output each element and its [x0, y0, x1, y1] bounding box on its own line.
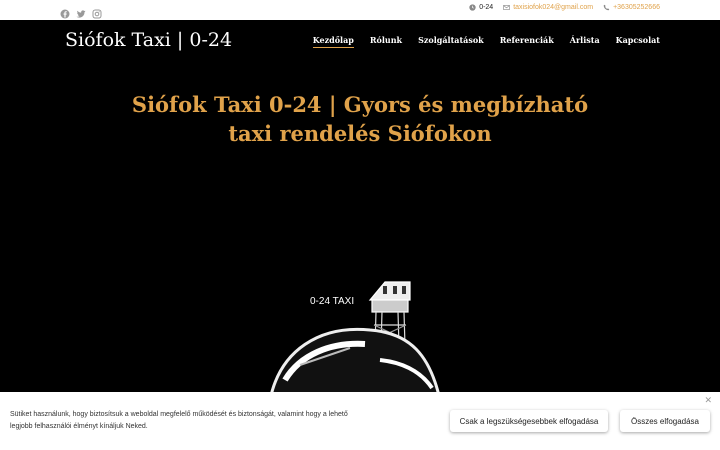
hero-title-line2: taxi rendelés Siófokon: [228, 121, 492, 146]
cookie-banner: Sütiket használunk, hogy biztosítsuk a w…: [0, 392, 720, 450]
email-text[interactable]: taxisiofok024@gmail.com: [513, 4, 593, 11]
email-link[interactable]: taxisiofok024@gmail.com: [503, 4, 593, 11]
cookie-text: Sütiket használunk, hogy biztosítsuk a w…: [10, 411, 348, 430]
instagram-icon[interactable]: [92, 4, 102, 19]
nav-item-prices[interactable]: Árlista: [570, 35, 600, 48]
hours-text: 0-24: [479, 4, 494, 11]
nav-item-contact[interactable]: Kapcsolat: [616, 35, 660, 48]
accept-necessary-button[interactable]: Csak a legszükségesebbek elfogadása: [450, 410, 608, 432]
hero-title: Siófok Taxi 0-24 | Gyors és megbízható t…: [0, 90, 720, 148]
opening-hours: 0-24: [469, 4, 493, 11]
main-nav: Kezdőlap Rólunk Szolgáltatások Referenci…: [312, 35, 660, 48]
illustration-caption: 0-24 TAXI: [310, 296, 354, 307]
taxi-illustration: 0-24 TAXI: [260, 270, 460, 402]
nav-item-references[interactable]: Referenciák: [500, 35, 554, 48]
twitter-icon[interactable]: [76, 4, 86, 18]
hero-title-line1: Siófok Taxi 0-24 | Gyors és megbízható: [131, 92, 589, 117]
clock-icon: [469, 4, 476, 11]
nav-item-services[interactable]: Szolgáltatások: [418, 35, 484, 48]
mail-icon: [503, 5, 510, 10]
contact-info: 0-24 taxisiofok024@gmail.com +3630525266…: [469, 4, 660, 11]
site-logo[interactable]: Siófok Taxi | 0-24: [65, 29, 232, 51]
social-links: [60, 4, 102, 19]
accept-all-button[interactable]: Összes elfogadása: [620, 410, 710, 432]
taxi-car-graphic: [268, 327, 442, 402]
site-header: Siófok Taxi | 0-24 Kezdőlap Rólunk Szolg…: [0, 20, 720, 62]
phone-link[interactable]: +36305252666: [603, 4, 660, 11]
phone-icon: [603, 4, 610, 11]
close-icon[interactable]: ✕: [704, 396, 712, 406]
facebook-icon[interactable]: [60, 4, 70, 19]
phone-text[interactable]: +36305252666: [613, 4, 660, 11]
top-bar: 0-24 taxisiofok024@gmail.com +3630525266…: [0, 0, 720, 20]
nav-item-home[interactable]: Kezdőlap: [312, 35, 355, 48]
nav-item-about[interactable]: Rólunk: [370, 35, 402, 48]
